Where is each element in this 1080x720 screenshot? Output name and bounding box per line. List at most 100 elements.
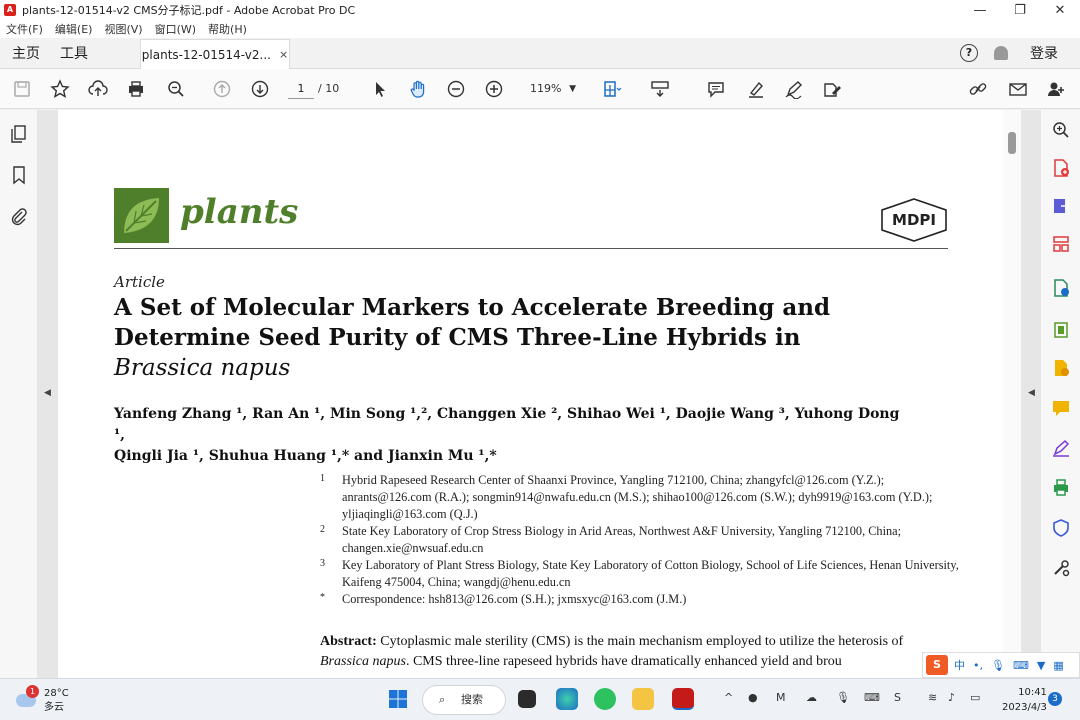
bookmark-icon[interactable] [9, 165, 29, 185]
tab-tools[interactable]: 工具 [60, 43, 88, 63]
sign-pen-icon[interactable] [784, 79, 804, 99]
tab-document[interactable]: plants-12-01514-v2... × [140, 38, 290, 70]
abstract-label: Abstract: [320, 634, 377, 649]
protect-shield-icon[interactable] [1051, 518, 1071, 538]
tray-cloud-icon[interactable]: ☁ [806, 691, 817, 704]
tab-close-icon[interactable]: × [279, 48, 288, 61]
ime-toolbar[interactable]: S 中 •, 🎙 ⌨ ▼ ▦ [922, 652, 1080, 678]
chevron-down-icon: ▼ [569, 84, 576, 94]
save-icon[interactable] [12, 79, 32, 99]
print-icon[interactable] [126, 79, 146, 99]
vertical-scrollbar[interactable] [1003, 110, 1021, 678]
share-link-icon[interactable] [968, 79, 988, 99]
fill-sign-icon[interactable] [1051, 358, 1071, 378]
create-pdf-icon[interactable] [1051, 158, 1071, 178]
organize-pages-icon[interactable] [1051, 234, 1071, 254]
ime-skin-icon[interactable]: ▼ [1037, 659, 1045, 672]
paper-title: A Set of Molecular Markers to Accelerate… [114, 293, 874, 383]
email-icon[interactable] [1008, 79, 1028, 99]
tab-bar: 主页 工具 plants-12-01514-v2... × ? 登录 [0, 38, 1080, 70]
collapse-left-arrow-icon[interactable]: ◀ [44, 388, 51, 398]
title-line-1: A Set of Molecular Markers to Accelerate… [114, 294, 831, 321]
upload-cloud-icon[interactable] [88, 79, 108, 99]
weather-badge: 1 [26, 685, 39, 698]
edge-browser-icon[interactable] [556, 688, 578, 710]
volume-icon[interactable]: ♪ [948, 691, 955, 704]
windows-start-icon[interactable] [388, 689, 408, 709]
help-icon[interactable]: ? [960, 44, 978, 62]
attachment-icon[interactable] [9, 206, 29, 226]
comment-icon[interactable] [706, 79, 726, 99]
article-type: Article [114, 273, 165, 291]
title-bar: A plants-12-01514-v2 CMS分子标记.pdf - Adobe… [0, 0, 1080, 20]
comment-tool-icon[interactable] [1051, 398, 1071, 418]
minimize-button[interactable]: — [960, 3, 1000, 18]
hand-tool-icon[interactable] [408, 79, 428, 99]
next-page-icon[interactable] [250, 79, 270, 99]
task-view-icon[interactable] [518, 690, 536, 708]
edit-pdf-icon[interactable] [822, 79, 842, 99]
ime-mic-icon[interactable]: 🎙 [991, 659, 1005, 672]
maximize-button[interactable]: ❐ [1000, 3, 1040, 18]
ime-keyboard-icon[interactable]: ⌨ [1013, 659, 1029, 672]
zoom-level-dropdown[interactable]: 119% ▼ [520, 79, 580, 99]
export-pdf-icon[interactable] [1051, 196, 1071, 216]
tray-lang-icon[interactable]: ⌨ [864, 691, 880, 704]
tray-media-icon[interactable]: M [776, 691, 786, 704]
document-viewer[interactable]: ◀ plants MDPI Article A Set of Molecular… [38, 110, 1040, 678]
menu-view[interactable]: 视图(V) [104, 21, 142, 37]
star-icon[interactable] [50, 79, 70, 99]
combine-files-icon[interactable] [1051, 278, 1071, 298]
tray-sogou-icon[interactable]: S [894, 691, 901, 704]
scrollbar-thumb[interactable] [1008, 132, 1016, 154]
ime-punctuation-icon[interactable]: •, [973, 659, 983, 672]
battery-icon[interactable]: ▭ [970, 691, 980, 704]
more-tools-icon[interactable] [1051, 558, 1071, 578]
acrobat-taskbar-icon[interactable] [672, 688, 694, 710]
highlight-pen-icon[interactable] [746, 79, 766, 99]
menu-help[interactable]: 帮助(H) [208, 21, 247, 37]
menu-edit[interactable]: 编辑(E) [55, 21, 93, 37]
zoom-tool-icon[interactable] [1051, 120, 1071, 140]
file-explorer-icon[interactable] [632, 688, 654, 710]
notification-badge[interactable]: 3 [1048, 692, 1062, 706]
page-thumbnails-icon[interactable] [9, 124, 29, 144]
header-rule [114, 248, 948, 249]
wifi-icon[interactable]: ≋ [928, 691, 937, 704]
taskbar-search[interactable]: ⌕ 搜索 [422, 685, 506, 715]
page-number-input[interactable]: 1 [288, 79, 314, 99]
close-button[interactable]: ✕ [1040, 3, 1080, 18]
journal-name: plants [180, 192, 299, 232]
page-fit-icon[interactable] [602, 79, 622, 99]
signature-tool-icon[interactable] [1051, 438, 1071, 458]
clock-date: 2023/4/3 [1002, 702, 1047, 713]
collapse-right-arrow-icon[interactable]: ◀ [1028, 388, 1035, 398]
title-line-3: Brassica napus [114, 355, 291, 381]
add-user-icon[interactable] [1046, 79, 1066, 99]
scroll-mode-icon[interactable] [650, 79, 670, 99]
tray-expand-icon[interactable]: ^ [724, 691, 733, 704]
tab-home[interactable]: 主页 [12, 43, 40, 63]
menu-file[interactable]: 文件(F) [6, 21, 43, 37]
leaf-logo-icon [114, 188, 169, 243]
ime-menu-icon[interactable]: ▦ [1053, 659, 1063, 672]
weather-condition: 多云 [44, 702, 64, 713]
menu-bar: 文件(F) 编辑(E) 视图(V) 窗口(W) 帮助(H) [0, 20, 1080, 38]
zoom-in-icon[interactable] [484, 79, 504, 99]
select-cursor-icon[interactable] [370, 79, 390, 99]
print-production-icon[interactable] [1051, 478, 1071, 498]
ime-language[interactable]: 中 [954, 657, 965, 673]
zoom-out-icon[interactable] [446, 79, 466, 99]
compress-pdf-icon[interactable] [1051, 320, 1071, 340]
zoom-search-icon[interactable] [166, 79, 186, 99]
login-button[interactable]: 登录 [1030, 43, 1058, 63]
tray-app-icon[interactable]: ● [748, 691, 758, 704]
system-clock[interactable]: 10:41 2023/4/3 [1002, 685, 1047, 715]
bell-icon[interactable] [994, 46, 1008, 60]
wechat-icon[interactable] [594, 688, 616, 710]
mdpi-logo: MDPI [880, 198, 948, 242]
menu-window[interactable]: 窗口(W) [155, 21, 196, 37]
title-line-2: Determine Seed Purity of CMS Three-Line … [114, 324, 801, 351]
tray-mic-icon[interactable]: 🎙 [836, 691, 850, 704]
prev-page-icon[interactable] [212, 79, 232, 99]
